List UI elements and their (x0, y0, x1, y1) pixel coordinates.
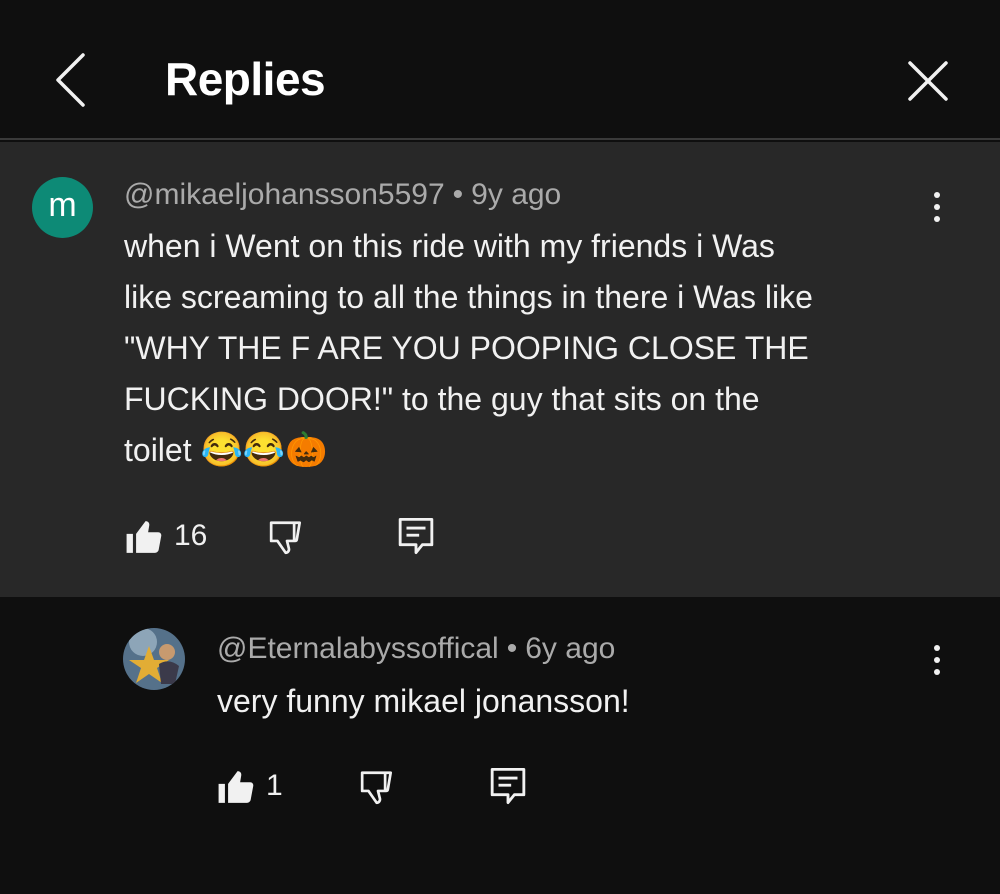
more-vert-dot (934, 204, 940, 210)
close-icon (908, 61, 948, 101)
thumbs-up-icon (126, 521, 162, 553)
comment-icon (398, 517, 434, 555)
reply-more-button[interactable] (922, 636, 952, 686)
dislike-button[interactable] (359, 768, 397, 811)
more-vert-icon (934, 645, 940, 651)
like-button[interactable] (125, 518, 163, 561)
comment-meta: @mikaeljohansson5597 • 9y ago (124, 178, 561, 212)
thumbs-down-icon (269, 521, 302, 555)
reply-text: very funny mikael jonansson! (217, 683, 630, 719)
comment-icon (490, 767, 526, 805)
like-count: 16 (174, 519, 208, 552)
like-count: 1 (266, 769, 283, 802)
album-art-avatar-icon (123, 628, 185, 690)
more-vert-dot (934, 669, 940, 675)
meta-separator: • (452, 178, 464, 211)
comment-body: when i Went on this ride with my friends… (124, 221, 954, 476)
reply-button[interactable] (397, 516, 435, 561)
dislike-button[interactable] (268, 518, 306, 561)
chevron-left-icon (56, 53, 85, 107)
reply-button[interactable] (489, 766, 527, 811)
replies-header: Replies (0, 0, 1000, 140)
avatar[interactable] (123, 628, 185, 690)
reply-meta: @Eternalabyssoffical • 6y ago (217, 632, 615, 666)
comment-age: 6y ago (525, 632, 616, 665)
more-vert-dot (934, 657, 940, 663)
avatar[interactable]: m (32, 177, 93, 238)
author-name[interactable]: @Eternalabyssoffical (217, 632, 499, 665)
close-button[interactable] (902, 55, 954, 107)
like-button[interactable] (217, 768, 255, 811)
author-name[interactable]: @mikaeljohansson5597 (124, 178, 445, 211)
thumbs-down-icon (360, 771, 393, 805)
comment-age: 9y ago (471, 178, 562, 211)
back-button[interactable] (50, 50, 94, 110)
thumbs-up-icon (218, 771, 254, 803)
comment-emojis: 😂😂🎃 (200, 431, 328, 469)
meta-separator: • (506, 632, 518, 665)
page-title: Replies (165, 53, 326, 105)
more-vert-icon (934, 192, 940, 198)
